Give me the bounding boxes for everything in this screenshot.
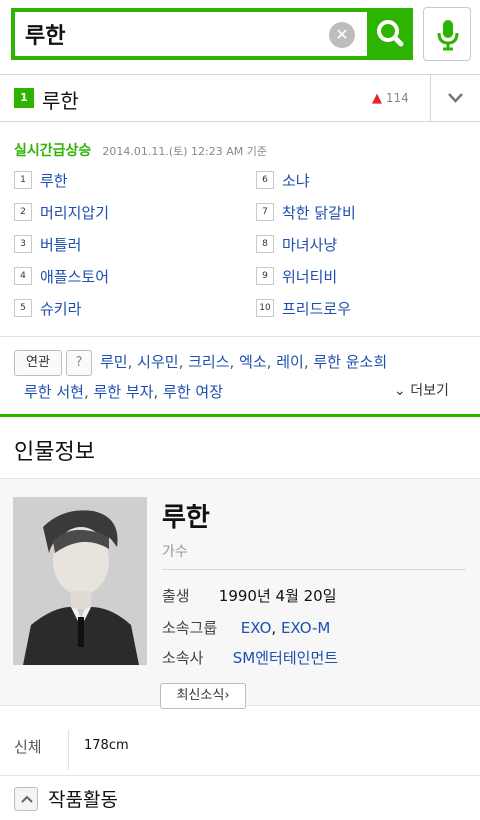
search-bar: ✕ xyxy=(0,0,480,72)
close-icon: ✕ xyxy=(335,25,349,44)
keyword-header: 1 루한 ▲ 114 xyxy=(0,74,480,122)
realtime-title: 실시간급상승 xyxy=(14,143,92,159)
related-keywords: 연관 ? 루민, 시우민, 크리스, 엑소, 레이, 루한 윤소희 루한 서현,… xyxy=(0,336,480,414)
collapse-works-button[interactable] xyxy=(14,787,38,811)
list-item[interactable]: 7 착한 닭갈비 xyxy=(256,200,356,224)
rank-number: 5 xyxy=(14,299,32,317)
rank-keyword[interactable]: 착한 닭갈비 xyxy=(282,202,356,223)
rank-change: ▲ 114 xyxy=(372,91,409,106)
list-item[interactable]: 1 루한 xyxy=(14,168,68,192)
latest-news-button[interactable]: 최신소식› xyxy=(160,683,246,709)
related-keyword[interactable]: 크리스 xyxy=(188,353,229,371)
search-icon xyxy=(377,20,404,47)
related-keyword[interactable]: 루한 윤소희 xyxy=(313,353,387,371)
realtime-timestamp: 2014.01.11.(토) 12:23 AM 기준 xyxy=(102,145,268,158)
realtime-header: 실시간급상승 2014.01.11.(토) 12:23 AM 기준 xyxy=(14,140,267,160)
voice-search-button[interactable] xyxy=(423,7,471,61)
chevron-right-icon: › xyxy=(224,688,230,703)
search-box: ✕ xyxy=(11,8,413,60)
rank-keyword[interactable]: 위너티비 xyxy=(282,266,337,287)
rank-keyword[interactable]: 버틀러 xyxy=(40,234,81,255)
related-keyword[interactable]: 레이 xyxy=(276,353,304,371)
up-arrow-icon: ▲ xyxy=(372,91,382,106)
works-section[interactable]: 작품활동 xyxy=(0,777,480,820)
rank-number: 4 xyxy=(14,267,32,285)
birth-label: 출생 xyxy=(162,587,190,605)
list-item[interactable]: 10 프리드로우 xyxy=(256,296,351,320)
rank-number: 1 xyxy=(14,171,32,189)
list-item[interactable]: 5 슈키라 xyxy=(14,296,81,320)
profile-photo[interactable] xyxy=(13,497,147,665)
rank-number: 7 xyxy=(256,203,274,221)
rank-keyword[interactable]: 프리드로우 xyxy=(282,298,351,319)
divider xyxy=(162,569,466,570)
chevron-up-icon xyxy=(21,795,33,803)
related-keyword[interactable]: 루한 서현 xyxy=(24,383,84,401)
clear-search-button[interactable]: ✕ xyxy=(329,22,355,48)
related-keyword[interactable]: 루한 여장 xyxy=(163,383,223,401)
person-photo-icon xyxy=(13,497,147,665)
person-job: 가수 xyxy=(162,544,188,560)
related-tag: 연관 xyxy=(14,350,62,376)
search-input[interactable] xyxy=(25,18,325,50)
keyword-title[interactable]: 루한 xyxy=(42,85,79,114)
rank-number: 10 xyxy=(256,299,274,317)
rank-number: 9 xyxy=(256,267,274,285)
microphone-icon xyxy=(437,20,459,51)
rank-keyword[interactable]: 애플스토어 xyxy=(40,266,109,287)
related-keyword[interactable]: 루민 xyxy=(100,353,128,371)
group-label: 소속그룹 xyxy=(162,619,218,637)
rank-number: 2 xyxy=(14,203,32,221)
page-title: 인물정보 xyxy=(14,440,95,465)
related-keyword[interactable]: 엑소 xyxy=(239,353,267,371)
chevron-down-icon xyxy=(448,93,463,103)
agency-label: 소속사 xyxy=(162,649,204,667)
group-link[interactable]: EXO xyxy=(241,619,272,637)
rank-keyword[interactable]: 마녀사냥 xyxy=(282,234,337,255)
works-title: 작품활동 xyxy=(48,789,118,811)
list-item[interactable]: 3 버틀러 xyxy=(14,232,81,256)
related-help-button[interactable]: ? xyxy=(66,350,92,376)
birth-row: 출생 1990년 4월 20일 xyxy=(162,585,337,606)
rank-keyword[interactable]: 소냐 xyxy=(282,170,310,191)
rank-keyword[interactable]: 슈키라 xyxy=(40,298,81,319)
list-item[interactable]: 6 소냐 xyxy=(256,168,310,192)
group-row: 소속그룹 EXO, EXO-M xyxy=(162,619,331,637)
rank-change-value: 114 xyxy=(385,91,409,105)
profile-card: 루한 가수 출생 1990년 4월 20일 소속그룹 EXO, EXO-M 소속… xyxy=(0,478,480,709)
rank-number: 6 xyxy=(256,171,274,189)
list-item[interactable]: 4 애플스토어 xyxy=(14,264,109,288)
list-item[interactable]: 8 마녀사냥 xyxy=(256,232,337,256)
body-value: 178cm xyxy=(84,738,129,753)
related-keyword[interactable]: 시우민 xyxy=(137,353,178,371)
chevron-down-icon: ⌄ xyxy=(394,383,406,399)
agency-link[interactable]: SM엔터테인먼트 xyxy=(233,649,338,667)
rank-keyword[interactable]: 루한 xyxy=(40,170,68,191)
list-item[interactable]: 2 머리지압기 xyxy=(14,200,109,224)
divider xyxy=(68,730,69,770)
group-link[interactable]: EXO-M xyxy=(281,619,330,637)
rank-keyword[interactable]: 머리지압기 xyxy=(40,202,109,223)
related-line-1: 루민, 시우민, 크리스, 엑소, 레이, 루한 윤소희 xyxy=(100,353,388,371)
related-line-2: 루한 서현, 루한 부자, 루한 여장 xyxy=(24,383,223,401)
birth-value: 1990년 4월 20일 xyxy=(218,587,337,605)
search-button[interactable] xyxy=(367,8,413,60)
more-label: 더보기 xyxy=(410,383,449,399)
expand-ranking-button[interactable] xyxy=(431,75,480,121)
body-label: 신체 xyxy=(14,738,42,756)
more-button[interactable]: ⌄ 더보기 xyxy=(394,380,449,400)
agency-row: 소속사 SM엔터테인먼트 xyxy=(162,647,338,668)
section-divider xyxy=(0,414,480,417)
related-keyword[interactable]: 루한 부자 xyxy=(94,383,154,401)
news-label: 최신소식 xyxy=(176,688,225,703)
rank-badge: 1 xyxy=(14,88,34,108)
rank-number: 8 xyxy=(256,235,274,253)
person-name: 루한 xyxy=(162,503,210,533)
list-item[interactable]: 9 위너티비 xyxy=(256,264,337,288)
body-row: 신체 178cm xyxy=(0,724,480,776)
rank-number: 3 xyxy=(14,235,32,253)
